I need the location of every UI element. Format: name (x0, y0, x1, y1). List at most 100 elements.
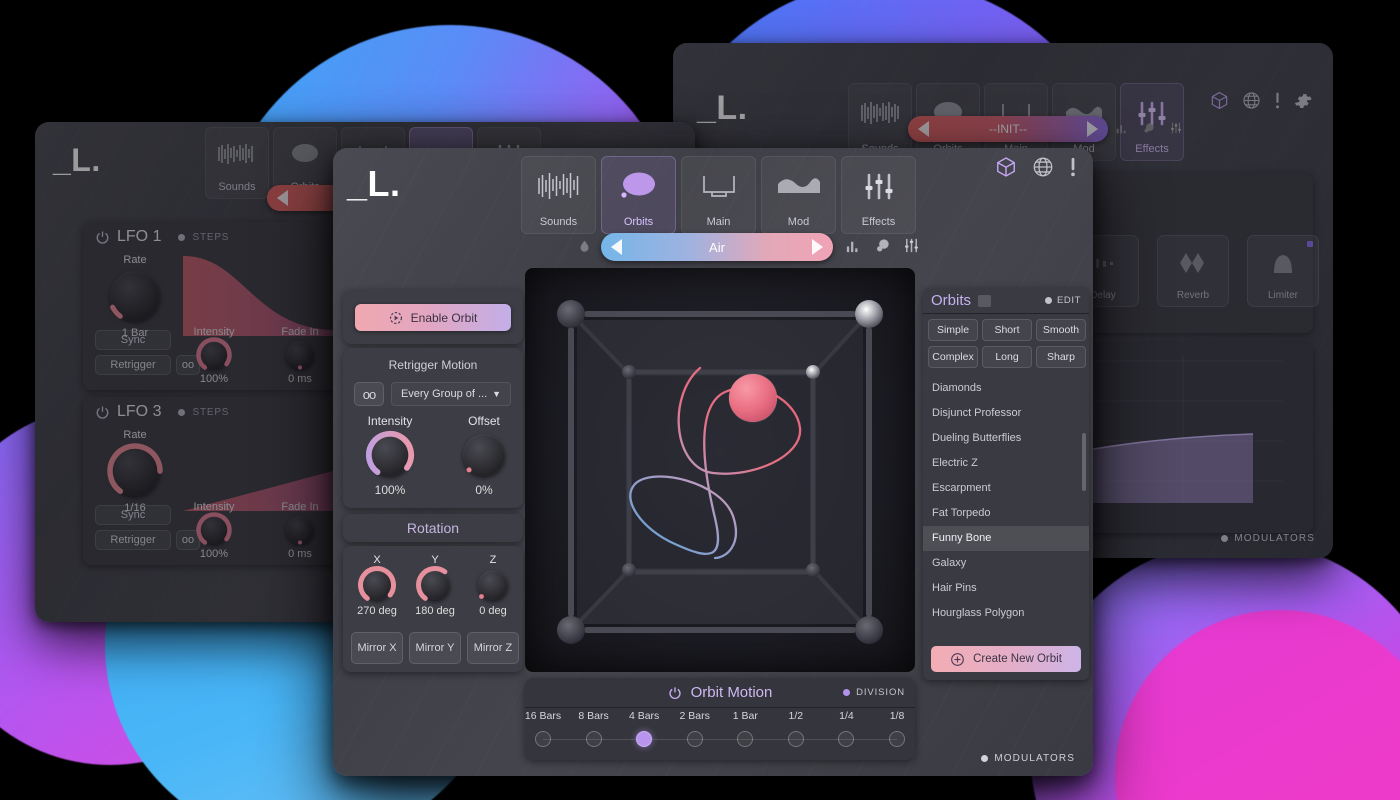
retrigger-button[interactable]: Retrigger (95, 355, 171, 375)
retrigger-button[interactable]: Retrigger (95, 530, 171, 550)
division-radio-3[interactable] (686, 731, 703, 747)
tab-mod[interactable]: Mod (761, 156, 836, 234)
sliders-icon[interactable] (903, 237, 920, 254)
division-radio-0[interactable] (535, 731, 551, 747)
lfo-param-intensity[interactable]: Intensity 100% (183, 326, 245, 385)
window-orbits-main[interactable]: _L. Sounds Orbits Main Mod Effects Air E… (333, 148, 1093, 776)
filter-chip-short[interactable]: Short (982, 319, 1032, 341)
filter-chip-simple[interactable]: Simple (928, 319, 978, 341)
exclamation-icon[interactable] (1069, 156, 1077, 178)
modulators-label-main[interactable]: MODULATORS (981, 753, 1075, 764)
rotation-axis-x[interactable]: X 270 deg (349, 554, 405, 617)
intensity-knob[interactable] (365, 430, 415, 480)
division-dot[interactable] (843, 689, 851, 696)
division-radio-6[interactable] (838, 731, 855, 747)
axis-knob[interactable] (358, 566, 396, 604)
lfo-param-fadein[interactable]: Fade In 0 ms (269, 326, 331, 385)
preset-left-icon[interactable] (577, 239, 592, 254)
division-radio-2[interactable] (636, 731, 653, 747)
list-item[interactable]: Hourglass Polygon (923, 601, 1089, 626)
steps-dot[interactable] (178, 408, 186, 416)
lfo-param-intensity[interactable]: Intensity 100% (183, 501, 245, 560)
mix-icon[interactable] (1142, 121, 1156, 135)
division-label-0[interactable]: 16 Bars (518, 710, 568, 722)
cube-icon[interactable] (995, 156, 1017, 178)
list-item[interactable]: Dueling Butterflies (923, 426, 1089, 451)
filter-chip-sharp[interactable]: Sharp (1036, 346, 1086, 368)
param-knob[interactable] (286, 516, 314, 545)
retrigger-dropdown[interactable]: Every Group of ... ▼ (391, 382, 511, 406)
list-item[interactable]: Fat Torpedo (923, 501, 1089, 526)
division-radio-5[interactable] (787, 731, 804, 747)
tab-orbits[interactable]: Orbits (601, 156, 676, 234)
division-label-7[interactable]: 1/8 (872, 710, 922, 722)
power-icon[interactable] (95, 230, 110, 245)
rotation-axis-y[interactable]: Y 180 deg (407, 554, 463, 617)
tab-sounds[interactable]: Sounds (205, 127, 269, 199)
toolbar-icons[interactable] (1210, 91, 1313, 110)
list-item[interactable]: Disjunct Professor (923, 401, 1089, 426)
orbit-3d-viewport[interactable] (525, 268, 915, 672)
steps-dot[interactable] (178, 233, 186, 241)
gear-icon[interactable] (1092, 156, 1093, 178)
create-new-orbit-button[interactable]: Create New Orbit (931, 646, 1081, 672)
division-label-2[interactable]: 4 Bars (619, 710, 669, 722)
tab-sounds[interactable]: Sounds (521, 156, 596, 234)
division-label-1[interactable]: 8 Bars (569, 710, 619, 722)
filter-chip-smooth[interactable]: Smooth (1036, 319, 1086, 341)
list-item[interactable]: Electric Z (923, 451, 1089, 476)
list-item[interactable]: Escarpment (923, 476, 1089, 501)
exclamation-icon[interactable] (1274, 91, 1281, 110)
preset-bar[interactable]: --INIT-- (908, 116, 1108, 142)
division-selector[interactable]: 16 Bars 8 Bars 4 Bars 2 Bars 1 Bar 1/2 1/4 1/8 (525, 708, 915, 760)
rotation-axis-z[interactable]: Z 0 deg (465, 554, 521, 617)
division-radio-1[interactable] (585, 731, 602, 747)
sync-button[interactable]: Sync (95, 330, 171, 350)
globe-icon[interactable] (1242, 91, 1261, 110)
param-knob[interactable] (196, 337, 232, 373)
drop-icon[interactable] (577, 239, 592, 254)
division-radio-4[interactable] (737, 731, 754, 747)
axis-knob[interactable] (416, 566, 454, 604)
list-item[interactable]: Hair Pins (923, 576, 1089, 601)
mirror-x-button[interactable]: Mirror X (351, 632, 403, 664)
division-label-5[interactable]: 1/2 (771, 710, 821, 722)
list-item[interactable]: Diamonds (923, 376, 1089, 401)
mix-icon[interactable] (874, 237, 891, 254)
sliders-icon[interactable] (1169, 121, 1183, 135)
division-radio-7[interactable] (889, 731, 905, 747)
effect-slot-limiter[interactable]: Limiter (1247, 235, 1319, 307)
mirror-y-button[interactable]: Mirror Y (409, 632, 461, 664)
offset-knob[interactable] (463, 434, 505, 476)
preset-side-icons[interactable] (845, 237, 920, 254)
param-knob[interactable] (286, 341, 314, 370)
tabstrip[interactable]: Sounds Orbits Main Mod (521, 156, 916, 234)
preset-next-arrow[interactable] (812, 239, 823, 255)
rate-knob[interactable] (107, 443, 163, 499)
preset-bar[interactable]: Air (601, 233, 833, 261)
effect-slot-reverb[interactable]: Reverb (1157, 235, 1229, 307)
gear-icon[interactable] (1294, 91, 1313, 110)
edit-dot[interactable] (1044, 297, 1052, 304)
orbit-list-scrollbar[interactable] (1082, 433, 1086, 491)
filter-row-2[interactable]: Complex Long Sharp (928, 346, 1086, 368)
eq-icon[interactable] (1115, 121, 1129, 135)
axis-knob[interactable] (478, 570, 508, 600)
filter-row-1[interactable]: Simple Short Smooth (928, 319, 1086, 341)
orbit-list[interactable]: Diamonds Disjunct Professor Dueling Butter… (923, 376, 1089, 629)
toolbar-icons[interactable] (995, 156, 1093, 178)
retrigger-offset[interactable]: Offset 0% (445, 414, 523, 497)
preset-next-arrow[interactable] (1087, 121, 1098, 137)
preset-side-icons[interactable] (1115, 121, 1183, 135)
list-item[interactable]: Galaxy (923, 551, 1089, 576)
filter-chip-complex[interactable]: Complex (928, 346, 978, 368)
power-icon[interactable] (668, 686, 682, 700)
lfo-param-fadein[interactable]: Fade In 0 ms (269, 501, 331, 560)
enable-orbit-button[interactable]: Enable Orbit (355, 304, 511, 331)
rate-knob[interactable] (107, 268, 163, 324)
param-knob[interactable] (196, 512, 232, 548)
folder-icon[interactable] (978, 294, 992, 307)
power-icon[interactable] (95, 405, 110, 420)
mirror-z-button[interactable]: Mirror Z (467, 632, 519, 664)
globe-icon[interactable] (1032, 156, 1054, 178)
